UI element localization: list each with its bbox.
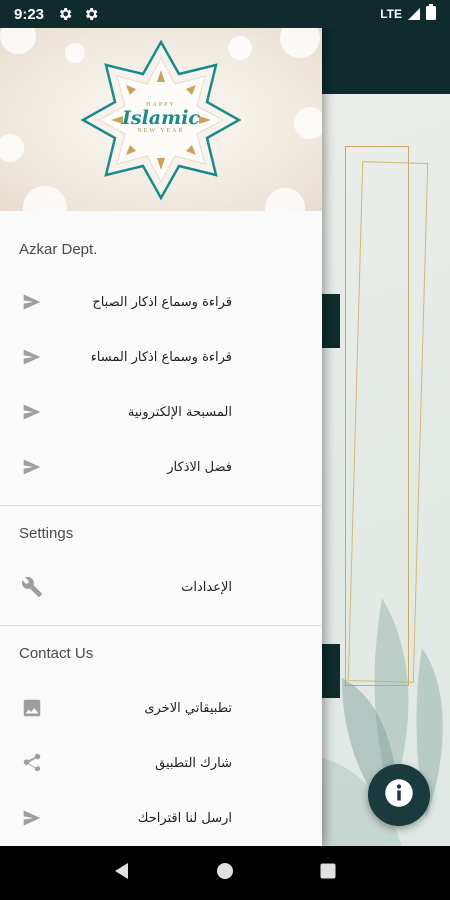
info-fab[interactable] (368, 764, 430, 826)
menu-item-virtue-of-azkar[interactable]: فضل الاذكار (0, 442, 322, 492)
wrench-icon (20, 575, 44, 599)
send-icon (20, 400, 44, 424)
share-icon (20, 751, 44, 775)
battery-icon (426, 4, 436, 24)
settings-gear-icon (82, 5, 100, 23)
section-title-azkar: Azkar Dept. (19, 241, 98, 258)
menu-item-settings[interactable]: الإعدادات (0, 562, 322, 612)
menu-item-evening-azkar[interactable]: قراءة وسماع اذكار المساء (0, 332, 322, 382)
section-divider (0, 505, 322, 506)
back-button[interactable] (102, 853, 142, 893)
section-title-contact: Contact Us (19, 645, 94, 662)
recents-button[interactable] (308, 853, 348, 893)
menu-item-share-app[interactable]: شارك التطبيق (0, 738, 322, 788)
status-indicators: LTE (380, 4, 436, 24)
info-icon (384, 778, 414, 812)
banner-main-text: Islamic (121, 107, 200, 129)
back-icon (113, 862, 131, 884)
home-button[interactable] (205, 853, 245, 893)
recents-icon (320, 863, 336, 883)
drawer-header-banner: HAPPY Islamic NEW YEAR (0, 28, 322, 211)
network-label: LTE (380, 7, 402, 21)
send-icon (20, 806, 44, 830)
send-icon (20, 345, 44, 369)
menu-item-label: ارسل لنا اقتراحك (137, 810, 232, 826)
menu-item-label: الإعدادات (181, 579, 232, 595)
home-icon (216, 862, 234, 884)
status-time: 9:23 (14, 5, 45, 23)
menu-item-send-suggestion[interactable]: ارسل لنا اقتراحك (0, 793, 322, 843)
menu-item-label: تطبيقاتي الاخرى (144, 700, 232, 716)
image-icon (20, 696, 44, 720)
status-bar: 9:23 LTE (0, 0, 450, 28)
send-icon (20, 290, 44, 314)
system-navigation-bar (0, 846, 450, 900)
section-title-settings: Settings (19, 525, 74, 542)
menu-item-morning-azkar[interactable]: قراءة وسماع اذكار الصباح (0, 277, 322, 327)
banner-bottom-text: NEW YEAR (137, 128, 185, 134)
settings-gear-icon (56, 5, 74, 23)
send-icon (20, 455, 44, 479)
menu-item-label: شارك التطبيق (155, 755, 232, 771)
menu-item-label: المسبحة الإلكترونية (127, 404, 232, 420)
menu-item-label: قراءة وسماع اذكار الصباح (92, 294, 232, 310)
navigation-drawer: HAPPY Islamic NEW YEAR Azkar Dept. قراءة… (0, 28, 322, 846)
background-card-edge[interactable] (322, 294, 340, 348)
menu-item-label: قراءة وسماع اذكار المساء (90, 349, 232, 365)
signal-icon (408, 5, 420, 24)
menu-item-electronic-rosary[interactable]: المسبحة الإلكترونية (0, 387, 322, 437)
menu-item-label: فضل الاذكار (167, 459, 232, 475)
banner-text: HAPPY Islamic NEW YEAR (0, 102, 322, 134)
menu-item-other-apps[interactable]: تطبيقاتي الاخرى (0, 683, 322, 733)
section-divider (0, 625, 322, 626)
